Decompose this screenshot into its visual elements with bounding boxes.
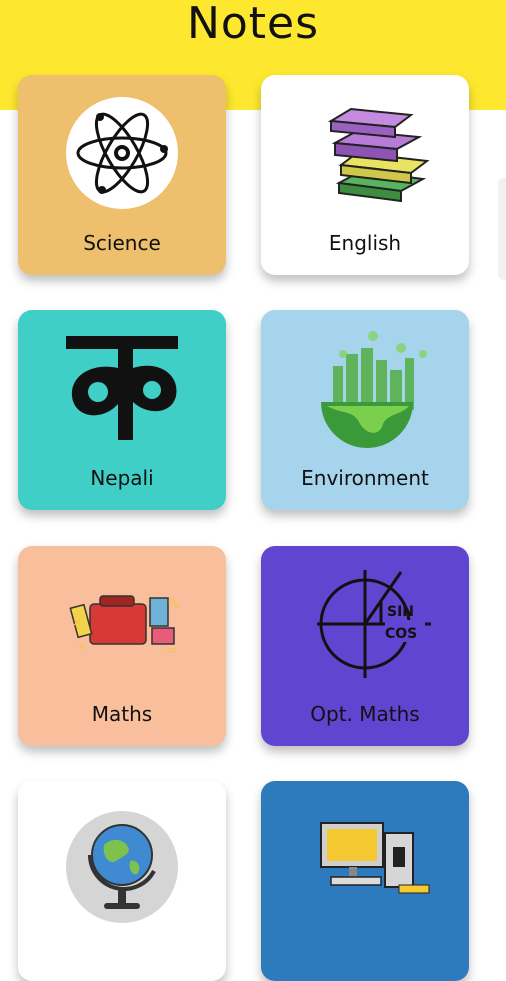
subject-card-science[interactable]: Science — [18, 75, 226, 275]
subject-card-geography[interactable] — [18, 781, 226, 981]
svg-text:=: = — [166, 643, 176, 657]
subject-label: English — [328, 231, 402, 255]
svg-text:COS: COS — [385, 626, 417, 642]
globe-icon — [66, 811, 178, 923]
school-supplies-icon: +% × = — [69, 595, 179, 657]
svg-text:%: % — [168, 597, 179, 611]
svg-text:SIN: SIN — [387, 604, 414, 620]
subject-label: Nepali — [90, 466, 154, 490]
devanagari-ka-icon — [66, 336, 178, 440]
subject-card-computer[interactable] — [261, 781, 469, 981]
page-title: Notes — [186, 0, 320, 49]
subject-label: Science — [83, 231, 161, 255]
sin-cos-graph-icon: SIN COS — [317, 570, 431, 678]
subject-card-nepali[interactable]: Nepali — [18, 310, 226, 510]
atom-icon — [66, 97, 178, 209]
subject-card-maths[interactable]: +% × = Maths — [18, 546, 226, 746]
svg-text:×: × — [72, 615, 82, 629]
scroll-indicator — [498, 178, 506, 280]
subject-label: Environment — [301, 466, 429, 490]
subject-label: Maths — [91, 702, 153, 726]
subject-card-opt-maths[interactable]: SIN COS Opt. Maths — [261, 546, 469, 746]
subject-card-environment[interactable]: Environment — [261, 310, 469, 510]
svg-text:+: + — [76, 639, 86, 653]
subject-card-english[interactable]: English — [261, 75, 469, 275]
subject-label: Opt. Maths — [310, 702, 420, 726]
computer-icon — [320, 822, 430, 894]
earth-city-icon — [321, 331, 427, 448]
books-stack-icon — [327, 107, 430, 203]
